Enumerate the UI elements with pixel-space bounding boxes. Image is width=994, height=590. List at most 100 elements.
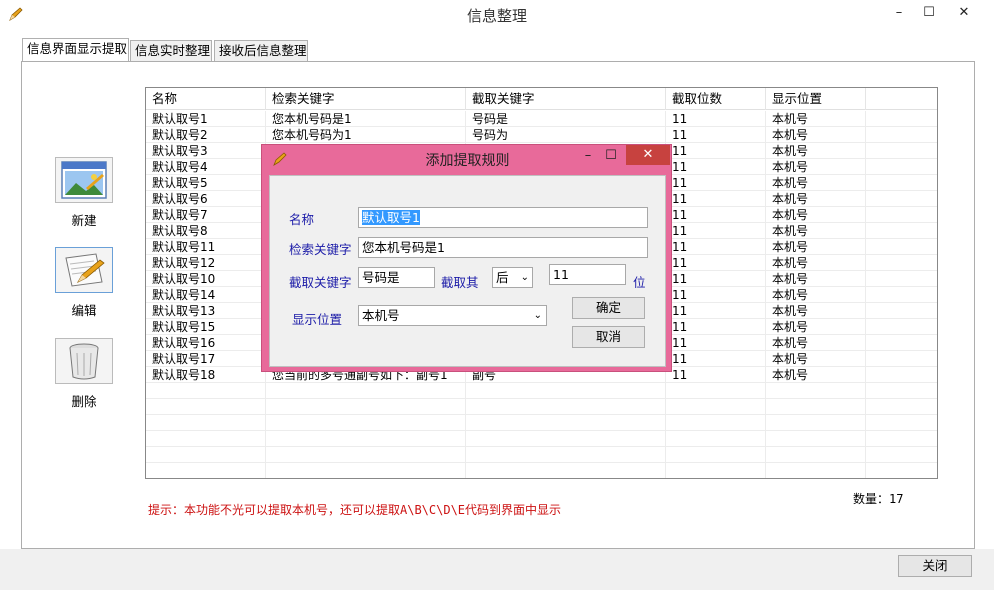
table-cell: 本机号 bbox=[766, 335, 866, 351]
table-cell: 默认取号10 bbox=[146, 271, 266, 287]
table-cell: 11 bbox=[666, 335, 766, 351]
table-cell bbox=[866, 383, 937, 399]
table-cell bbox=[466, 383, 666, 399]
window-title: 信息整理 bbox=[466, 7, 527, 25]
table-cell bbox=[266, 431, 466, 447]
table-cell bbox=[866, 319, 937, 335]
edit-label: 编辑 bbox=[71, 303, 97, 318]
display-position-value: 本机号 bbox=[362, 308, 400, 323]
column-header-search[interactable]: 检索关键字 bbox=[266, 88, 466, 110]
table-row[interactable]: 默认取号2 您本机号码为1 号码为 11 本机号 bbox=[146, 127, 937, 143]
table-cell bbox=[866, 447, 937, 463]
table-cell bbox=[766, 463, 866, 478]
table-cell: 默认取号13 bbox=[146, 303, 266, 319]
table-cell bbox=[146, 415, 266, 431]
close-icon[interactable]: ✕ bbox=[950, 4, 978, 22]
table-cell bbox=[666, 399, 766, 415]
table-cell bbox=[866, 303, 937, 319]
search-keyword-label: 检索关键字 bbox=[289, 242, 352, 257]
table-cell bbox=[466, 447, 666, 463]
name-label: 名称 bbox=[289, 212, 315, 227]
edit-pencil-icon bbox=[65, 253, 105, 287]
table-row[interactable] bbox=[146, 447, 937, 463]
table-cell bbox=[266, 383, 466, 399]
table-row[interactable] bbox=[146, 383, 937, 399]
table-cell: 默认取号15 bbox=[146, 319, 266, 335]
table-cell: 默认取号2 bbox=[146, 127, 266, 143]
table-cell: 您本机号码是1 bbox=[266, 111, 466, 127]
table-cell bbox=[666, 463, 766, 478]
table-cell bbox=[866, 335, 937, 351]
dialog-maximize-icon[interactable]: ☐ bbox=[597, 147, 625, 165]
column-header-cut[interactable]: 截取关键字 bbox=[466, 88, 666, 110]
trash-bin-icon bbox=[69, 343, 99, 380]
table-cell bbox=[866, 255, 937, 271]
table-row[interactable] bbox=[146, 431, 937, 447]
tab-realtime[interactable]: 信息实时整理 bbox=[130, 40, 212, 62]
table-cell bbox=[766, 415, 866, 431]
column-header-digits[interactable]: 截取位数 bbox=[666, 88, 766, 110]
table-cell: 默认取号12 bbox=[146, 255, 266, 271]
new-button[interactable] bbox=[55, 157, 113, 203]
tab-display-extract[interactable]: 信息界面显示提取 bbox=[22, 38, 129, 63]
minimize-icon[interactable]: – bbox=[885, 4, 913, 22]
table-cell: 本机号 bbox=[766, 207, 866, 223]
tab-after-receive[interactable]: 接收后信息整理 bbox=[214, 40, 308, 62]
window-title-bar: 信息整理 – ☐ ✕ bbox=[0, 0, 994, 32]
cut-direction-value: 后 bbox=[496, 270, 509, 285]
delete-button[interactable] bbox=[55, 338, 113, 384]
table-cell: 11 bbox=[666, 127, 766, 143]
delete-label: 删除 bbox=[71, 394, 97, 409]
dialog-body: 名称 默认取号1 检索关键字 您本机号码是1 截取关键字 号码是 截取其 后 ⌄… bbox=[269, 175, 666, 367]
table-row[interactable] bbox=[146, 415, 937, 431]
table-cell bbox=[866, 271, 937, 287]
table-row[interactable]: 默认取号1 您本机号码是1 号码是 11 本机号 bbox=[146, 111, 937, 127]
column-header-name[interactable]: 名称 bbox=[146, 88, 266, 110]
table-cell: 号码是 bbox=[466, 111, 666, 127]
table-cell bbox=[866, 159, 937, 175]
cancel-button[interactable]: 取消 bbox=[572, 326, 645, 348]
table-cell: 11 bbox=[666, 159, 766, 175]
cut-digits-field[interactable]: 11 bbox=[549, 264, 626, 285]
display-position-label: 显示位置 bbox=[292, 312, 343, 327]
table-cell: 11 bbox=[666, 175, 766, 191]
edit-button[interactable] bbox=[55, 247, 113, 293]
dialog-close-icon[interactable]: ✕ bbox=[626, 145, 670, 165]
new-label: 新建 bbox=[71, 213, 97, 228]
close-button[interactable]: 关闭 bbox=[898, 555, 972, 577]
table-cell: 11 bbox=[666, 303, 766, 319]
table-cell bbox=[666, 447, 766, 463]
table-cell: 默认取号8 bbox=[146, 223, 266, 239]
display-position-select[interactable]: 本机号 ⌄ bbox=[358, 305, 547, 326]
table-cell bbox=[866, 239, 937, 255]
table-cell: 11 bbox=[666, 271, 766, 287]
count-label: 数量：17 bbox=[853, 492, 904, 506]
bottom-bar bbox=[0, 549, 994, 590]
table-cell: 11 bbox=[666, 319, 766, 335]
add-rule-dialog: 添加提取规则 – ☐ ✕ 名称 默认取号1 检索关键字 您本机号码是1 截取关键… bbox=[261, 144, 672, 372]
table-cell: 默认取号6 bbox=[146, 191, 266, 207]
column-header-position[interactable]: 显示位置 bbox=[766, 88, 866, 110]
maximize-icon[interactable]: ☐ bbox=[915, 4, 943, 22]
table-cell: 本机号 bbox=[766, 239, 866, 255]
cut-keyword-field[interactable]: 号码是 bbox=[358, 267, 435, 288]
table-cell bbox=[866, 415, 937, 431]
table-cell bbox=[866, 127, 937, 143]
table-row[interactable] bbox=[146, 399, 937, 415]
table-cell: 本机号 bbox=[766, 175, 866, 191]
table-cell: 本机号 bbox=[766, 287, 866, 303]
cut-keyword-label: 截取关键字 bbox=[289, 275, 352, 290]
table-row[interactable] bbox=[146, 463, 937, 478]
cut-direction-select[interactable]: 后 ⌄ bbox=[492, 267, 533, 288]
table-cell bbox=[266, 463, 466, 478]
table-cell bbox=[266, 415, 466, 431]
table-cell bbox=[666, 431, 766, 447]
table-cell bbox=[866, 191, 937, 207]
name-field[interactable]: 默认取号1 bbox=[358, 207, 648, 228]
chevron-down-icon: ⌄ bbox=[533, 310, 542, 321]
table-cell: 本机号 bbox=[766, 303, 866, 319]
ok-button[interactable]: 确定 bbox=[572, 297, 645, 319]
cut-which-label: 截取其 bbox=[441, 275, 479, 290]
search-keyword-field[interactable]: 您本机号码是1 bbox=[358, 237, 648, 258]
table-cell bbox=[466, 415, 666, 431]
